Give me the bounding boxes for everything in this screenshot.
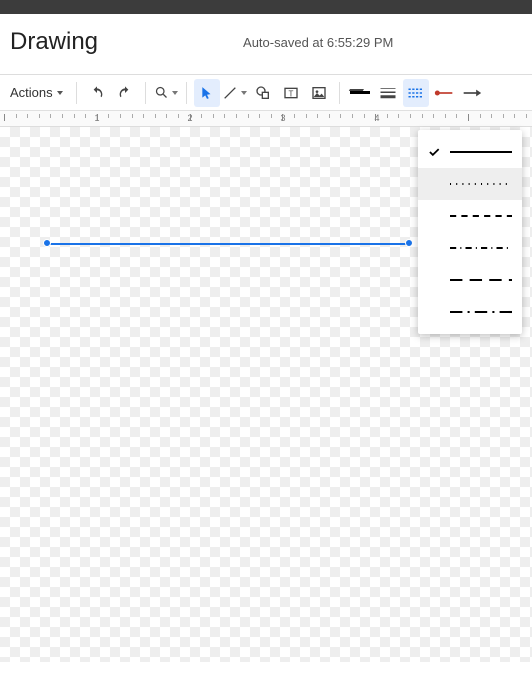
line-end-icon — [462, 88, 482, 98]
dash-option-dashed-long[interactable] — [418, 264, 522, 296]
divider — [186, 82, 187, 104]
line-color-icon — [350, 91, 370, 94]
dash-preview-dotted — [450, 176, 512, 192]
line-dash-dropdown — [418, 130, 522, 334]
textbox-tool[interactable]: T — [278, 79, 304, 107]
zoom-icon — [154, 85, 169, 100]
header: Drawing Auto-saved at 6:55:29 PM — [0, 14, 532, 75]
image-tool[interactable] — [306, 79, 332, 107]
dash-preview-long-dash-dot — [450, 304, 512, 320]
line-handle-end[interactable] — [405, 239, 413, 247]
line-end-button[interactable] — [459, 79, 485, 107]
svg-text:T: T — [288, 89, 293, 98]
dash-option-dashed-short[interactable] — [418, 200, 522, 232]
dash-preview-solid — [450, 144, 512, 160]
undo-button[interactable] — [84, 79, 110, 107]
dash-preview-dashed-short — [450, 208, 512, 224]
autosave-status: Auto-saved at 6:55:29 PM — [243, 35, 393, 50]
line-dash-button[interactable] — [403, 79, 429, 107]
line-start-icon — [434, 88, 454, 98]
horizontal-ruler: 1 2 3 4 — [0, 111, 532, 127]
line-start-button[interactable] — [431, 79, 457, 107]
caret-down-icon — [241, 91, 247, 95]
divider — [339, 82, 340, 104]
textbox-icon: T — [283, 85, 299, 101]
line-color-button[interactable] — [347, 79, 373, 107]
line-handle-start[interactable] — [43, 239, 51, 247]
check-icon — [426, 145, 442, 159]
redo-icon — [117, 85, 133, 101]
dash-option-solid[interactable] — [418, 136, 522, 168]
undo-icon — [89, 85, 105, 101]
dash-option-dash-dot[interactable] — [418, 232, 522, 264]
actions-menu[interactable]: Actions — [8, 79, 69, 107]
shape-icon — [255, 85, 271, 101]
dash-option-dotted[interactable] — [418, 168, 522, 200]
line-weight-icon — [379, 86, 397, 100]
dash-preview-dashed-long — [450, 272, 512, 288]
page-title: Drawing — [10, 28, 98, 56]
actions-label: Actions — [10, 85, 53, 100]
caret-down-icon — [172, 91, 178, 95]
redo-button[interactable] — [112, 79, 138, 107]
dash-option-long-dash-dot[interactable] — [418, 296, 522, 328]
window-top-bar — [0, 0, 532, 14]
dash-preview-dash-dot — [450, 240, 512, 256]
shape-tool[interactable] — [250, 79, 276, 107]
zoom-button[interactable] — [153, 79, 179, 107]
drawn-line[interactable] — [47, 243, 409, 245]
caret-down-icon — [57, 91, 63, 95]
image-icon — [311, 85, 327, 101]
line-icon — [222, 85, 238, 101]
divider — [76, 82, 77, 104]
select-tool[interactable] — [194, 79, 220, 107]
line-dash-icon — [407, 86, 425, 100]
line-weight-button[interactable] — [375, 79, 401, 107]
cursor-icon — [200, 86, 214, 100]
divider — [145, 82, 146, 104]
line-tool[interactable] — [222, 79, 248, 107]
toolbar: Actions T — [0, 75, 532, 111]
